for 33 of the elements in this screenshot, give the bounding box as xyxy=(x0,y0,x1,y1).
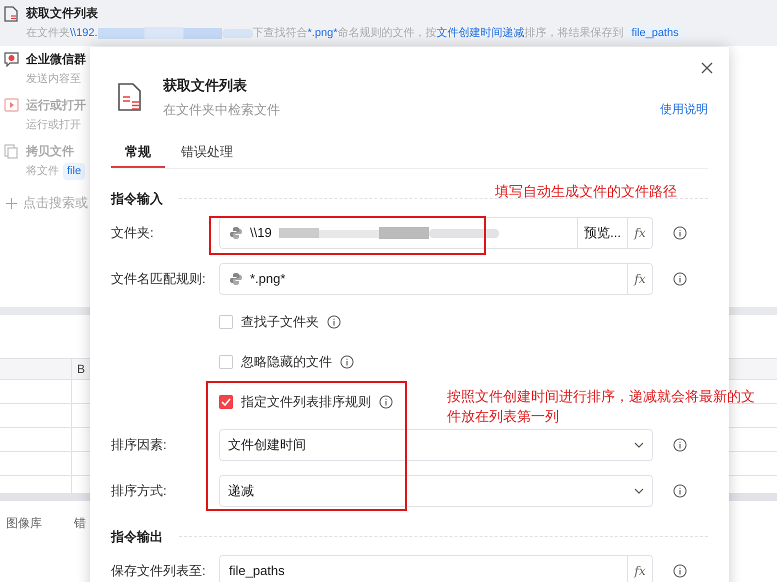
field-value: \\19 xyxy=(250,224,272,242)
column-header: B xyxy=(76,361,86,378)
checkbox-label: 指定文件列表排序规则 xyxy=(241,392,371,411)
annotation-text: 填写自动生成文件的文件路径 xyxy=(495,182,677,201)
variable-chip: file_paths xyxy=(628,25,683,42)
description-text: 运行或打开 xyxy=(26,118,81,133)
description-text: 命名规则的文件，按 xyxy=(338,26,437,41)
description-text: 下查找符合 xyxy=(252,26,308,41)
field-label: 排序方式: xyxy=(111,482,168,500)
variable-chip: file xyxy=(63,163,86,180)
select-value: 文件创建时间 xyxy=(228,436,306,454)
description-text: 在文件夹 xyxy=(26,26,70,41)
section-title: 指令输入 xyxy=(111,190,163,208)
command-title: 拷贝文件 xyxy=(26,143,75,160)
field-label: 排序因素: xyxy=(111,436,168,454)
field-label: 文件名匹配规则: xyxy=(111,270,207,288)
command-title: 运行或打开 xyxy=(26,97,86,114)
dialog-subtitle: 在文件夹中检索文件 xyxy=(163,101,280,119)
section-title: 指令输出 xyxy=(111,528,163,546)
command-title: 企业微信群 xyxy=(26,51,86,68)
dialog-title: 获取文件列表 xyxy=(163,76,248,95)
field-value: *.png* xyxy=(250,270,286,288)
field-label: 保存文件列表至: xyxy=(111,562,207,580)
checkbox-label: 忽略隐藏的文件 xyxy=(241,352,332,371)
select-value: 递减 xyxy=(228,482,254,500)
description-text: 发送内容至 xyxy=(26,72,81,87)
field-value: file_paths xyxy=(229,562,285,580)
command-title: 获取文件列表 xyxy=(26,5,99,22)
description-text: 将文件 xyxy=(26,164,59,179)
annotation-text: 按照文件创建时间进行排序，递减就会将最新的文件放在列表第一列 xyxy=(447,387,756,426)
checkbox-label: 查找子文件夹 xyxy=(241,312,319,331)
field-label: 文件夹: xyxy=(111,224,155,242)
description-text: 排序，将结果保存到 xyxy=(524,26,624,41)
